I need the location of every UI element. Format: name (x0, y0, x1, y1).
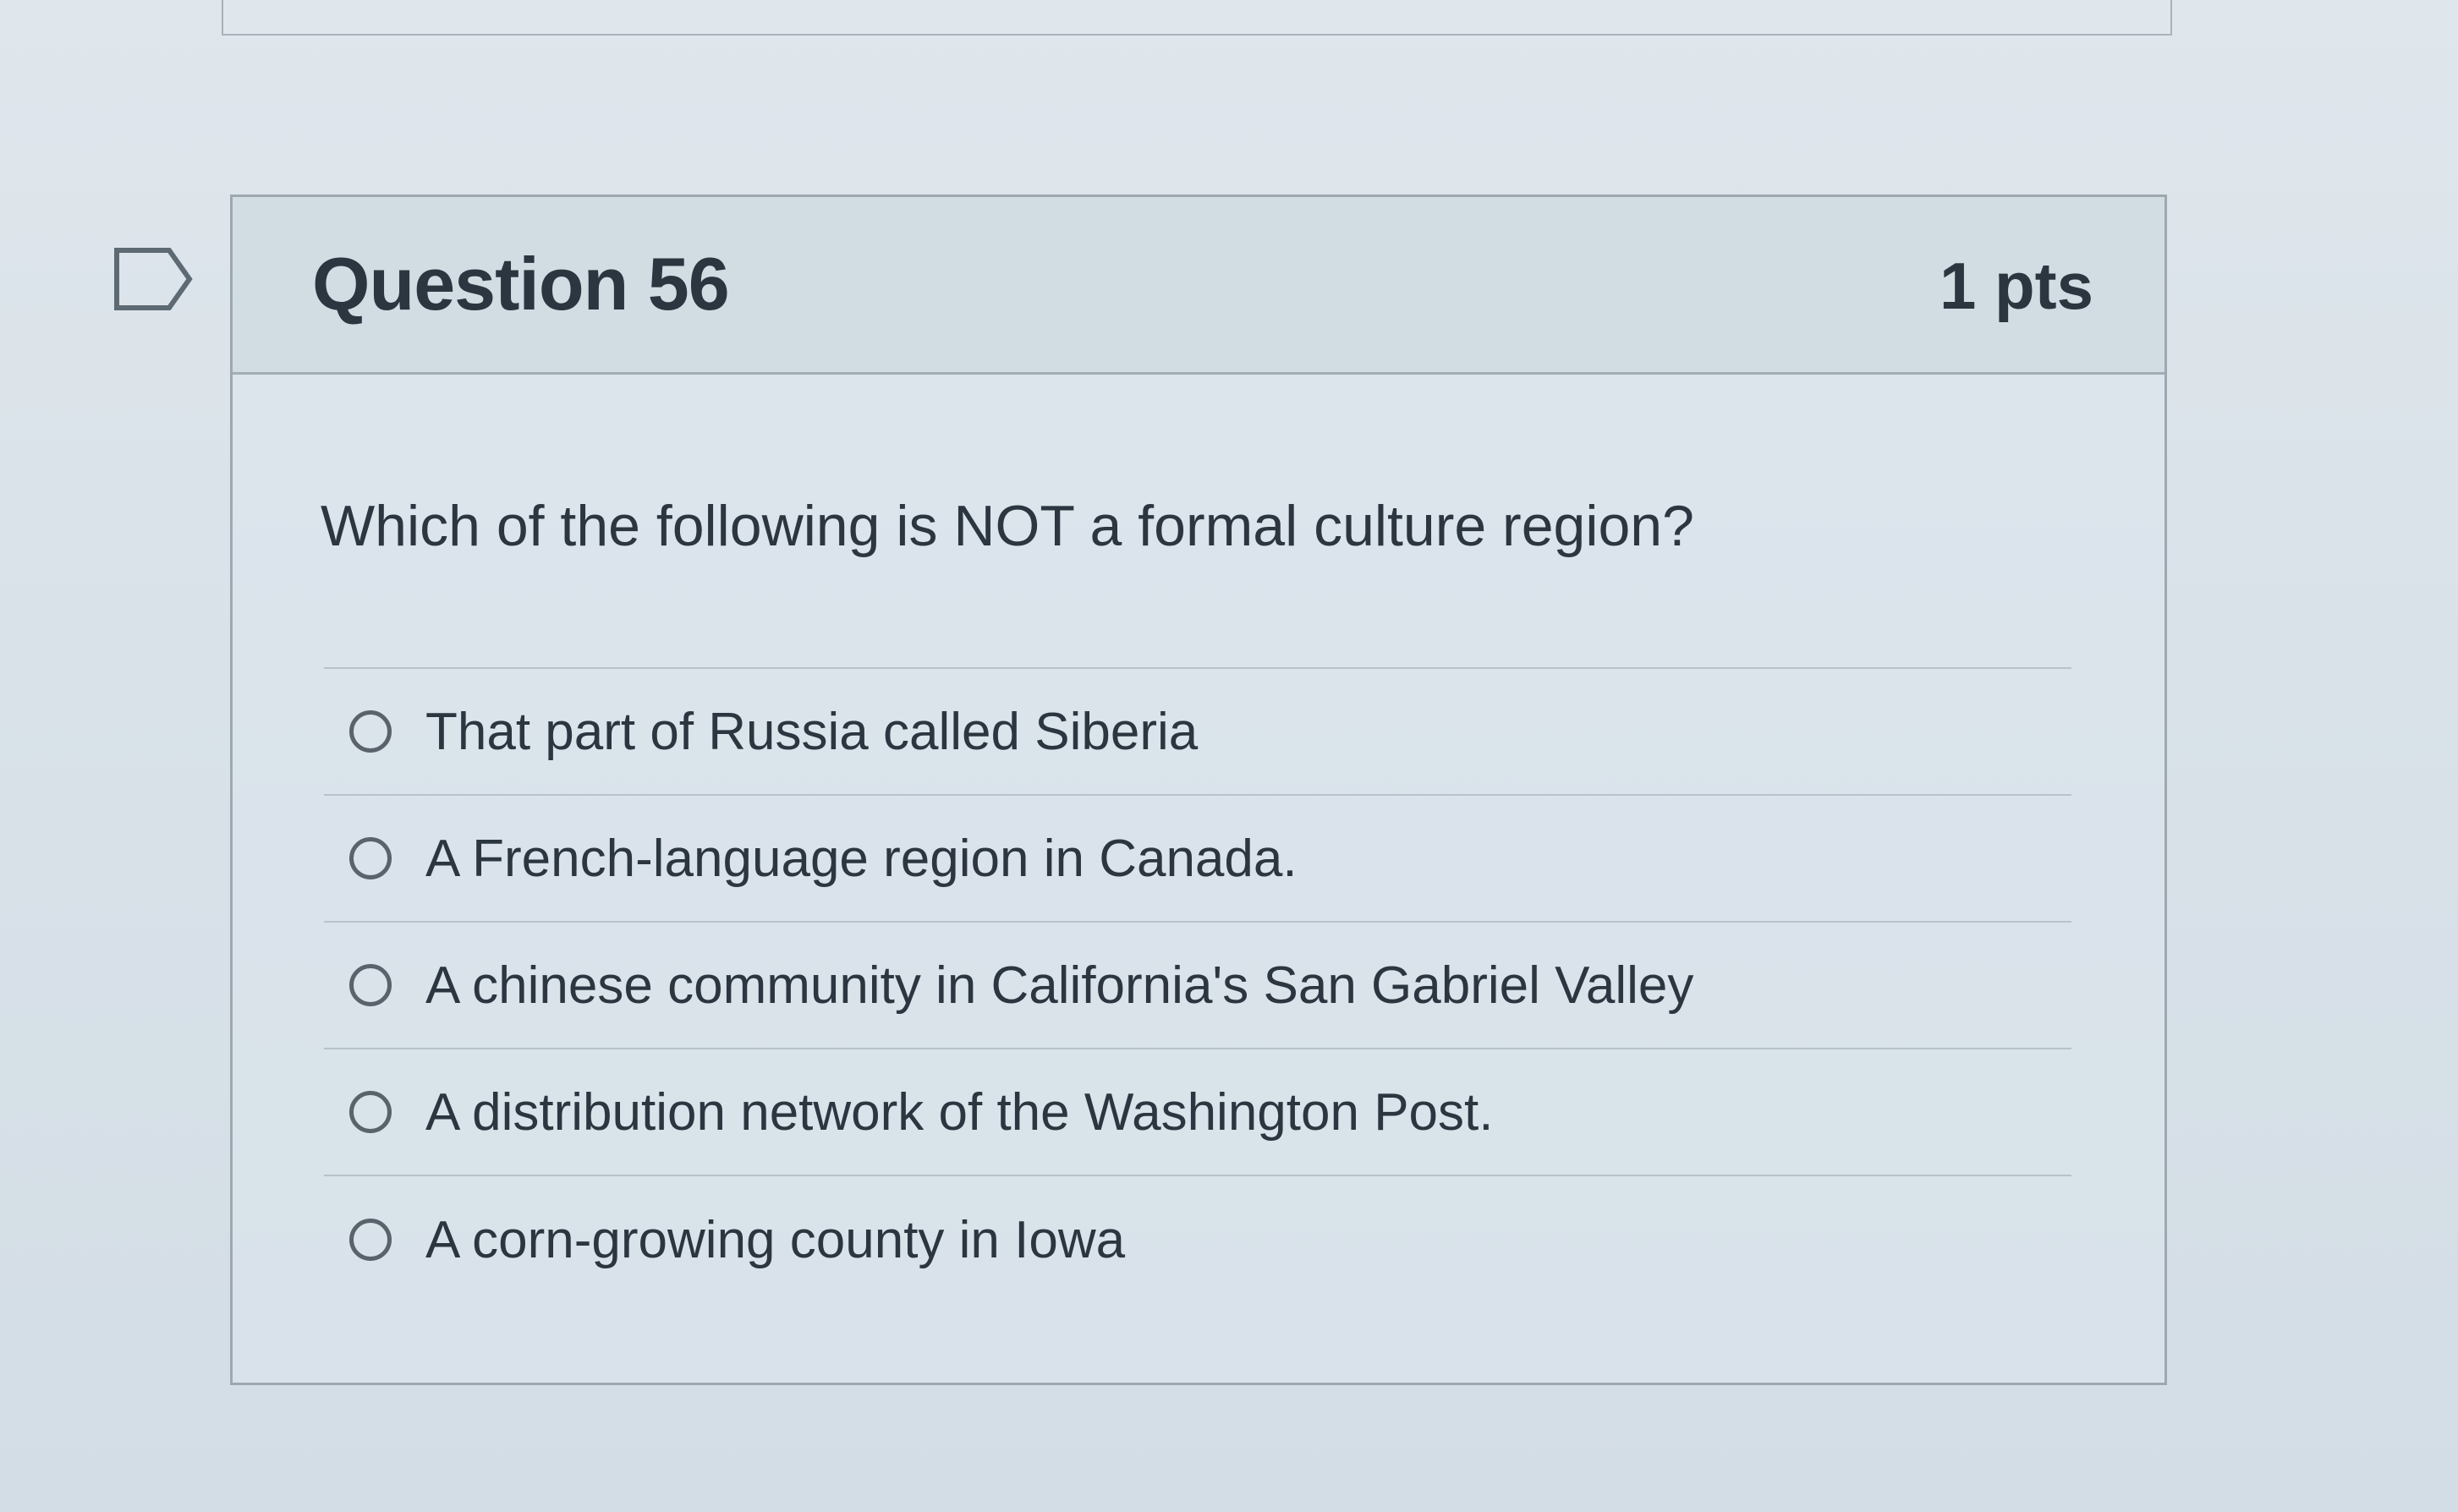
answer-label[interactable]: That part of Russia called Siberia (425, 702, 1198, 762)
answer-option[interactable]: A corn-growing county in Iowa (324, 1176, 2071, 1303)
bookmark-flag-icon (114, 248, 193, 310)
radio-button[interactable] (349, 837, 392, 879)
flag-question-icon[interactable] (113, 247, 195, 311)
radio-button[interactable] (349, 1091, 392, 1133)
question-points: 1 pts (1939, 249, 2093, 323)
answer-option[interactable]: A distribution network of the Washington… (324, 1049, 2071, 1176)
question-text: Which of the following is NOT a formal c… (321, 494, 1694, 558)
answer-label[interactable]: A French-language region in Canada. (425, 829, 1298, 889)
radio-button[interactable] (349, 964, 392, 1006)
answer-list: That part of Russia called Siberia A Fre… (324, 667, 2071, 1303)
radio-button[interactable] (349, 710, 392, 753)
question-title: Question 56 (312, 242, 730, 326)
question-header: Question 56 1 pts (233, 197, 2164, 375)
answer-option[interactable]: That part of Russia called Siberia (324, 669, 2071, 796)
answer-option[interactable]: A chinese community in California's San … (324, 923, 2071, 1049)
question-card: Question 56 1 pts Which of the following… (230, 194, 2167, 1385)
previous-question-card (222, 0, 2172, 36)
answer-label[interactable]: A chinese community in California's San … (425, 956, 1693, 1016)
answer-option[interactable]: A French-language region in Canada. (324, 796, 2071, 923)
answer-label[interactable]: A distribution network of the Washington… (425, 1082, 1494, 1142)
radio-button[interactable] (349, 1219, 392, 1261)
answer-label[interactable]: A corn-growing county in Iowa (425, 1210, 1125, 1270)
